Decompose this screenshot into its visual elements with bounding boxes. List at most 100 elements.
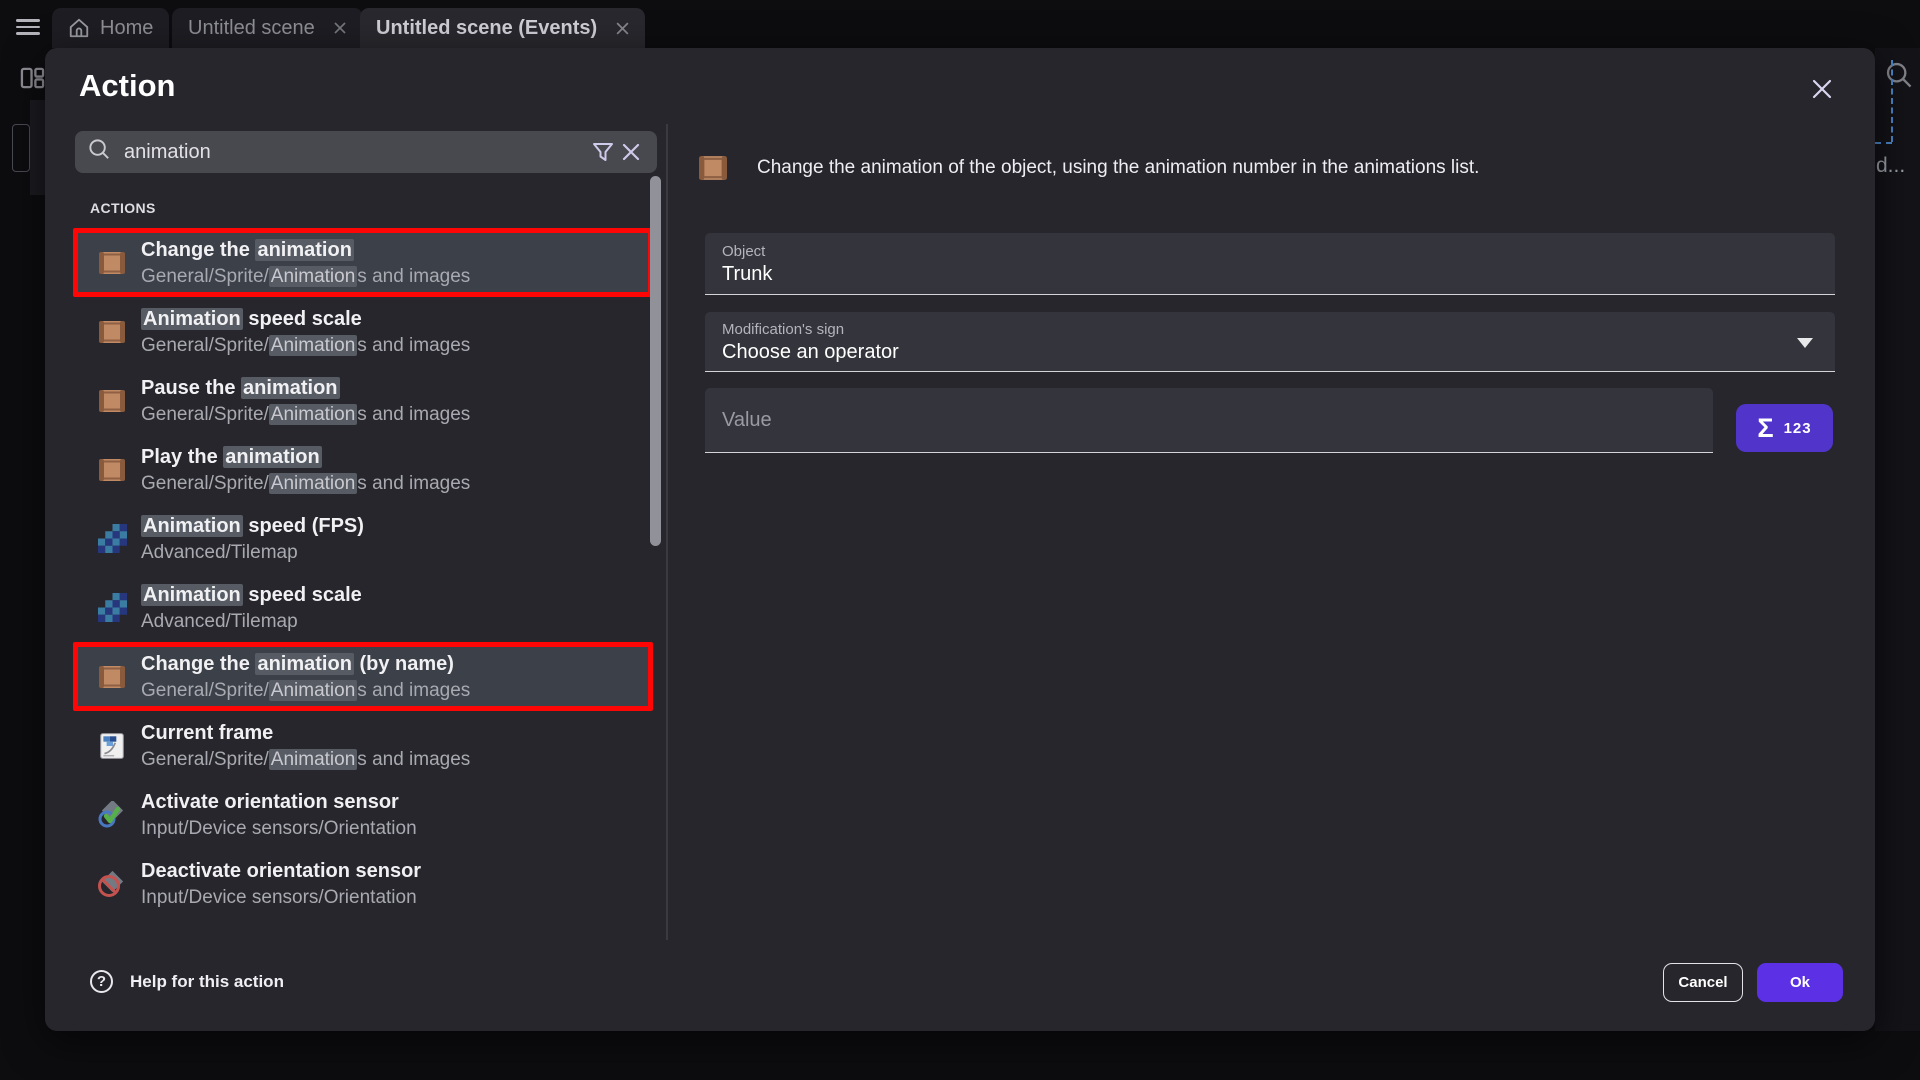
search-icon xyxy=(87,137,112,167)
search-match-highlight: Animation xyxy=(269,404,358,425)
action-list-item[interactable]: Current frame General/Sprite/Animations a… xyxy=(73,711,653,780)
action-text: Pause the animationGeneral/Sprite/Animat… xyxy=(141,376,470,426)
help-label: Help for this action xyxy=(130,972,284,992)
action-text: Activate orientation sensor Input/Device … xyxy=(141,790,417,840)
section-label: ACTIONS xyxy=(90,200,156,216)
tilemap-icon xyxy=(97,524,127,554)
tab-untitled-scene-events[interactable]: Untitled scene (Events) xyxy=(360,8,645,48)
action-text: Play the animation General/Sprite/Animati… xyxy=(141,445,470,495)
search-match-highlight: Animation xyxy=(269,266,358,287)
search-match-highlight: animation xyxy=(255,653,353,675)
action-list-item[interactable]: Change the animation General/Sprite/Anima… xyxy=(73,228,653,297)
action-path: General/Sprite/Animations and images xyxy=(141,334,470,357)
selection-dashed-border xyxy=(1891,60,1893,142)
value-field xyxy=(705,388,1713,453)
help-link[interactable]: ? Help for this action xyxy=(90,970,284,993)
sprite-animation-icon xyxy=(699,156,727,185)
search-match-highlight: animation xyxy=(223,446,321,468)
current-frame-icon xyxy=(97,731,127,761)
search-match-highlight: Animation xyxy=(141,515,243,537)
action-title: Change the animation xyxy=(141,238,470,262)
tilemap-icon xyxy=(97,593,127,623)
filter-icon[interactable] xyxy=(589,138,617,166)
search-match-highlight: animation xyxy=(241,377,339,399)
list-divider xyxy=(666,124,668,940)
action-path: General/Sprite/Animations and images xyxy=(141,472,470,495)
action-text: Animation speed scale General/Sprite/Anim… xyxy=(141,307,470,357)
action-title: Change the animation (by name) xyxy=(141,652,470,676)
search-match-highlight: Animation xyxy=(141,308,243,330)
sprite-animation-icon xyxy=(97,248,127,278)
action-list-item[interactable]: Animation speed scale Advanced/Tilemap xyxy=(73,573,653,642)
action-title: Current frame xyxy=(141,721,470,745)
search-match-highlight: Animation xyxy=(141,584,243,606)
sprite-animation-icon xyxy=(97,455,127,485)
action-list-item[interactable]: Play the animation General/Sprite/Animati… xyxy=(73,435,653,504)
action-path: General/Sprite/Animations and images xyxy=(141,748,470,771)
tab-untitled-scene[interactable]: Untitled scene xyxy=(172,8,363,48)
events-editor-background: d... xyxy=(1875,48,1920,1031)
object-field[interactable]: Object Trunk xyxy=(705,233,1835,295)
action-list-item[interactable]: Change the animation (by name)General/Sp… xyxy=(73,642,653,711)
expression-editor-button[interactable]: Σ 123 xyxy=(1736,404,1833,452)
field-value: Choose an operator xyxy=(722,341,899,364)
close-tab-icon[interactable] xyxy=(615,21,629,35)
action-text: Animation speed (FPS) Advanced/Tilemap xyxy=(141,514,364,564)
toolbar-button-partial xyxy=(12,124,30,172)
home-icon xyxy=(68,17,90,39)
cancel-button[interactable]: Cancel xyxy=(1663,963,1743,1002)
top-bar: Home Untitled scene Untitled scene (Even… xyxy=(0,0,1920,48)
menu-icon[interactable] xyxy=(16,19,40,35)
left-toolbar-background xyxy=(0,48,45,1031)
close-dialog-icon[interactable] xyxy=(1807,74,1837,104)
clear-search-icon[interactable] xyxy=(617,138,645,166)
action-title: Animation speed (FPS) xyxy=(141,514,364,538)
layout-panels-icon[interactable] xyxy=(20,66,45,96)
action-description: Change the animation of the object, usin… xyxy=(757,149,1837,187)
action-path: General/Sprite/Animations and images xyxy=(141,265,470,288)
tab-home[interactable]: Home xyxy=(52,8,169,48)
ok-button[interactable]: Ok xyxy=(1757,963,1843,1002)
bottom-background xyxy=(0,1031,1920,1080)
action-list-item[interactable]: Animation speed (FPS) Advanced/Tilemap xyxy=(73,504,653,573)
field-value: Trunk xyxy=(722,263,772,286)
action-path: Advanced/Tilemap xyxy=(141,541,364,564)
operator-select[interactable]: Modification's sign Choose an operator xyxy=(705,312,1835,372)
truncated-event-text: d... xyxy=(1876,154,1905,178)
search-icon[interactable] xyxy=(1884,60,1914,95)
close-tab-icon[interactable] xyxy=(333,21,347,35)
panel-sliver xyxy=(30,100,45,195)
tab-label: Untitled scene (Events) xyxy=(376,17,597,40)
action-list-item[interactable]: Deactivate orientation sensorInput/Devic… xyxy=(73,849,653,918)
sprite-animation-icon xyxy=(97,317,127,347)
sprite-animation-icon xyxy=(97,386,127,416)
dialog-title: Action xyxy=(79,68,175,104)
chevron-down-icon xyxy=(1797,338,1813,348)
action-list-item[interactable]: Activate orientation sensor Input/Device … xyxy=(73,780,653,849)
action-text: Change the animation (by name)General/Sp… xyxy=(141,652,470,702)
list-scrollbar[interactable] xyxy=(650,176,661,546)
search-match-highlight: Animation xyxy=(269,335,358,356)
value-input[interactable] xyxy=(705,409,1713,432)
selection-dashed-border xyxy=(1875,142,1892,144)
search-match-highlight: animation xyxy=(255,239,353,261)
action-title: Animation speed scale xyxy=(141,307,470,331)
sprite-animation-icon xyxy=(97,662,127,692)
action-list-item[interactable]: Animation speed scale General/Sprite/Anim… xyxy=(73,297,653,366)
sigma-icon: Σ xyxy=(1757,415,1773,442)
action-dialog: Action ACTIONS Change the animation Gener… xyxy=(45,48,1875,1031)
action-text: Animation speed scale Advanced/Tilemap xyxy=(141,583,362,633)
numeric-badge: 123 xyxy=(1784,420,1812,437)
action-text: Current frame General/Sprite/Animations a… xyxy=(141,721,470,771)
action-title: Play the animation xyxy=(141,445,470,469)
actions-list: Change the animation General/Sprite/Anima… xyxy=(73,228,653,918)
question-icon: ? xyxy=(90,970,113,993)
action-list-item[interactable]: Pause the animationGeneral/Sprite/Animat… xyxy=(73,366,653,435)
action-title: Activate orientation sensor xyxy=(141,790,417,814)
action-path: General/Sprite/Animations and images xyxy=(141,403,470,426)
search-input[interactable] xyxy=(124,141,589,164)
action-path: Advanced/Tilemap xyxy=(141,610,362,633)
action-path: Input/Device sensors/Orientation xyxy=(141,817,417,840)
action-title: Animation speed scale xyxy=(141,583,362,607)
tab-label: Home xyxy=(100,17,153,40)
